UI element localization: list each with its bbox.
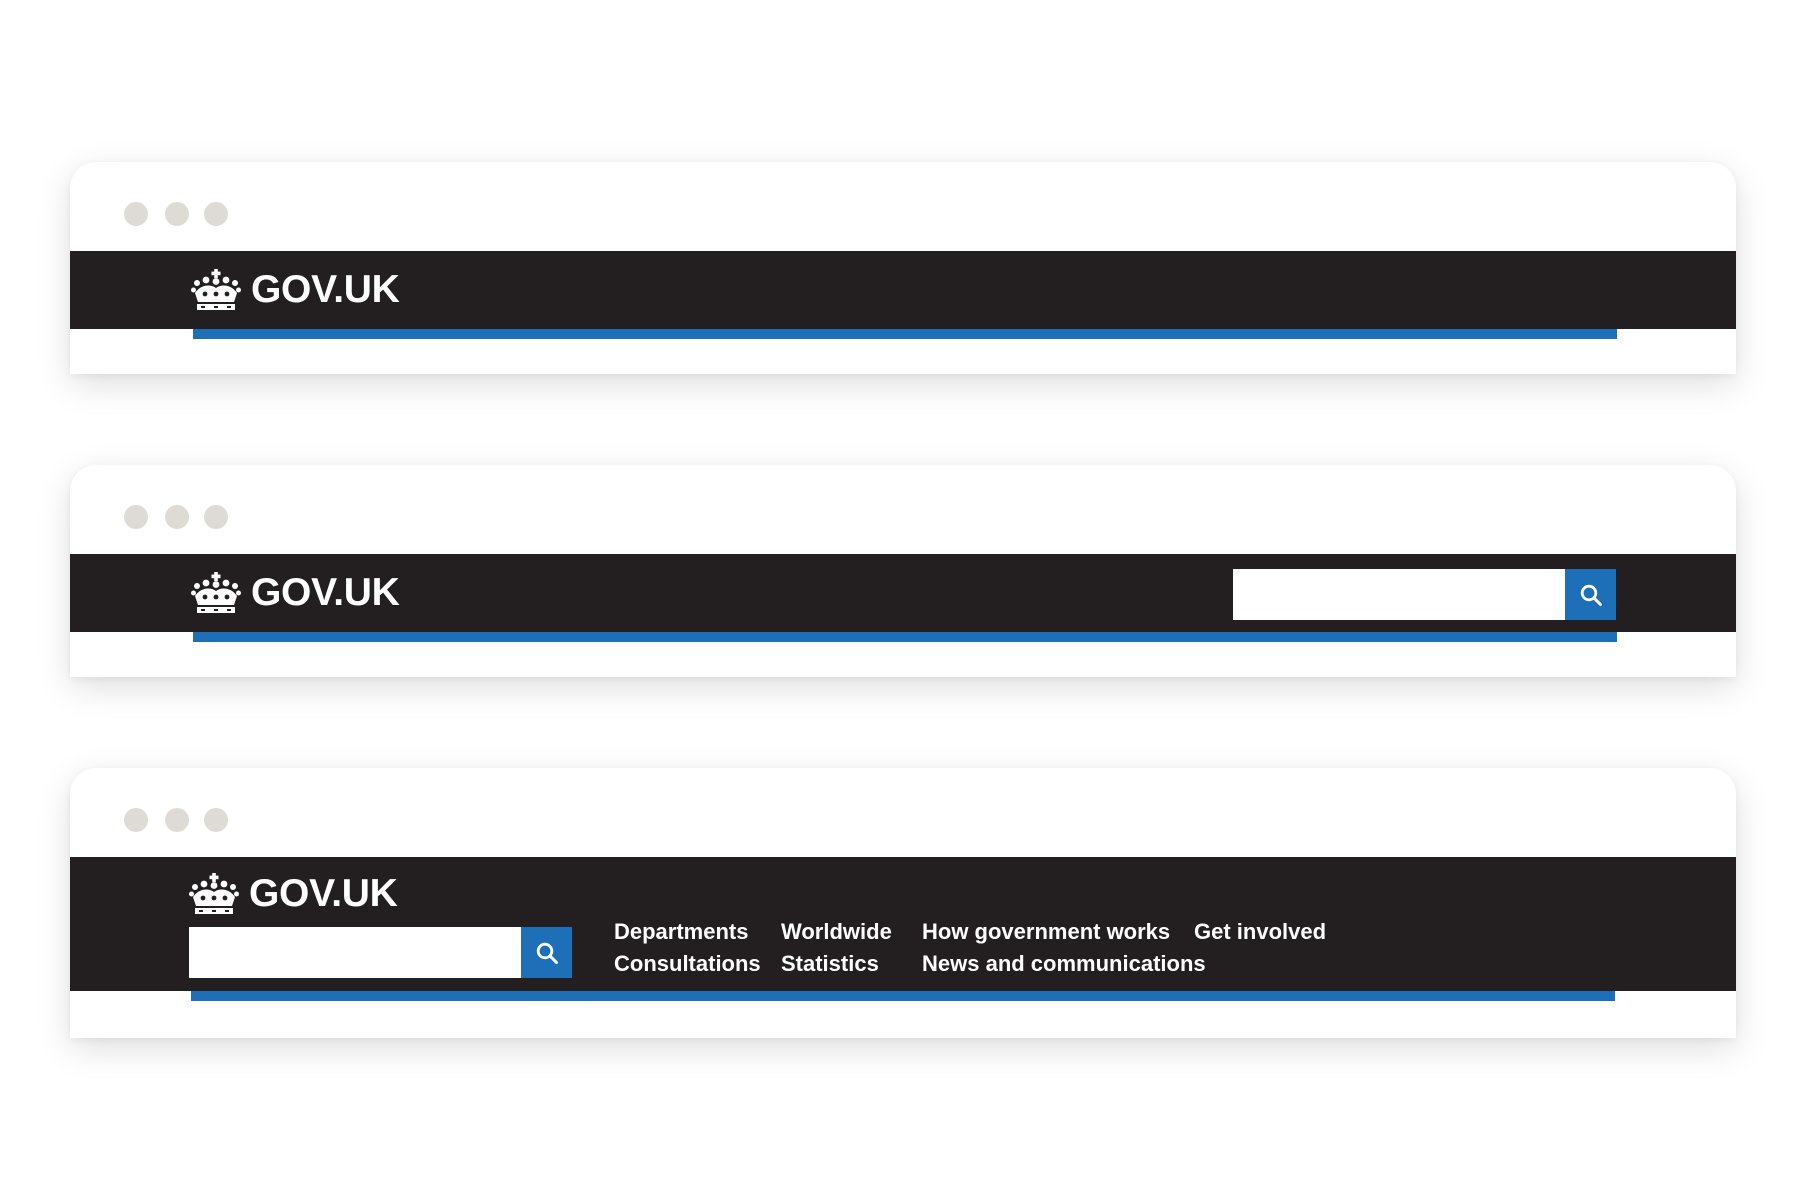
logo-text: GOV.UK — [251, 268, 400, 311]
window-control-dot — [165, 808, 189, 832]
window-control-dot — [204, 202, 228, 226]
browser-window-logo-and-search: GOV.UK — [70, 465, 1736, 677]
search-icon — [535, 941, 559, 965]
browser-window-logo-search-navigation: GOV.UK Departments Worldwide How governm… — [70, 768, 1736, 1038]
search-form — [189, 927, 572, 978]
browser-window-logo-only: GOV.UK — [70, 162, 1736, 374]
govuk-header: GOV.UK — [70, 251, 1736, 329]
nav-link-consultations[interactable]: Consultations — [614, 949, 761, 979]
search-icon — [1579, 583, 1603, 607]
search-input[interactable] — [189, 927, 521, 978]
crown-icon — [191, 269, 241, 311]
search-button[interactable] — [521, 927, 572, 978]
window-control-dot — [124, 505, 148, 529]
govuk-header: GOV.UK — [70, 554, 1736, 632]
window-control-dot — [204, 505, 228, 529]
header-blue-rule — [193, 632, 1617, 642]
window-control-dot — [165, 505, 189, 529]
nav-link-news-and-communications[interactable]: News and communications — [922, 949, 1206, 979]
nav-link-departments[interactable]: Departments — [614, 917, 748, 947]
nav-link-worldwide[interactable]: Worldwide — [781, 917, 892, 947]
govuk-logo-link[interactable]: GOV.UK — [189, 872, 398, 916]
govuk-header: GOV.UK Departments Worldwide How governm… — [70, 857, 1736, 991]
window-control-dot — [124, 808, 148, 832]
logo-text: GOV.UK — [249, 872, 398, 915]
search-input[interactable] — [1233, 569, 1565, 620]
govuk-logo-link[interactable]: GOV.UK — [191, 268, 400, 312]
window-control-dot — [124, 202, 148, 226]
nav-link-how-government-works[interactable]: How government works — [922, 917, 1170, 947]
header-blue-rule — [193, 329, 1617, 339]
page: { "colors": { "header_background": "#231… — [0, 0, 1805, 1198]
primary-navigation: Departments Worldwide How government wor… — [614, 917, 1414, 983]
logo-text: GOV.UK — [251, 571, 400, 614]
search-form — [1233, 569, 1616, 620]
govuk-logo-link[interactable]: GOV.UK — [191, 571, 400, 615]
window-control-dot — [165, 202, 189, 226]
nav-link-statistics[interactable]: Statistics — [781, 949, 879, 979]
crown-icon — [189, 873, 239, 915]
nav-link-get-involved[interactable]: Get involved — [1194, 917, 1326, 947]
header-blue-rule — [191, 991, 1615, 1001]
crown-icon — [191, 572, 241, 614]
window-control-dot — [204, 808, 228, 832]
search-button[interactable] — [1565, 569, 1616, 620]
